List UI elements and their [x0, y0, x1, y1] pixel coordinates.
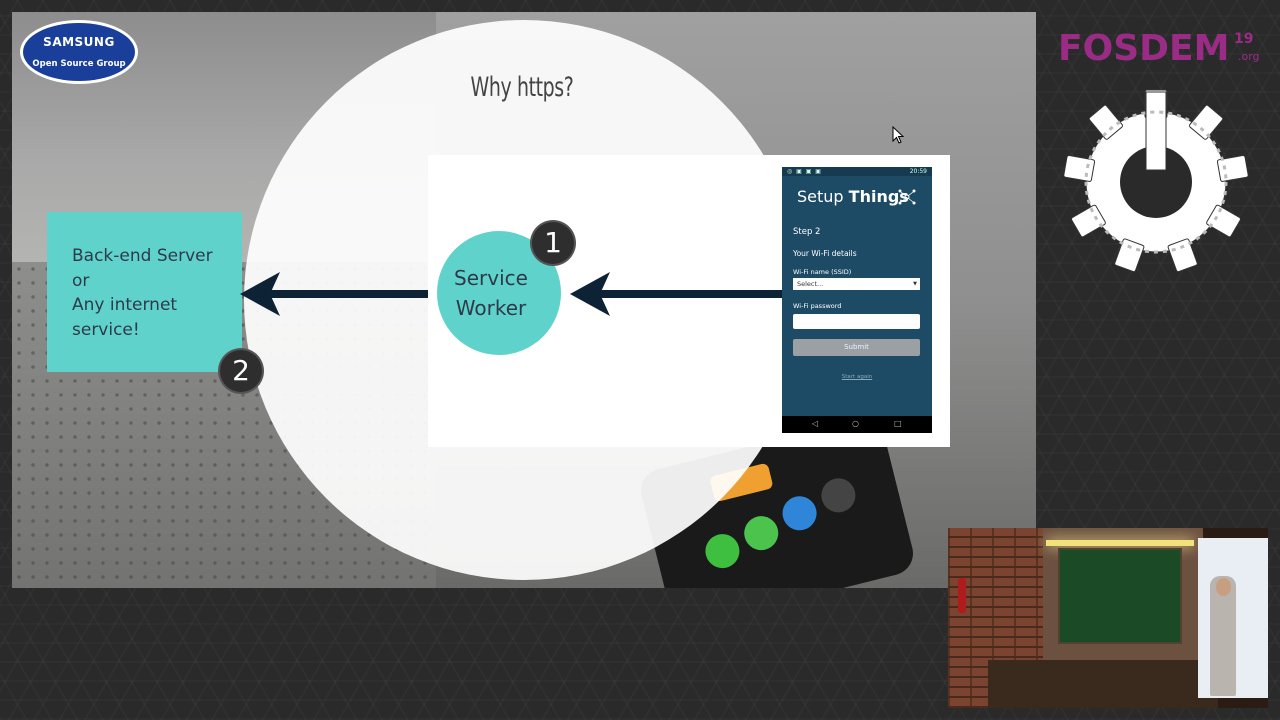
phone-status-bar: ◎ ▣ ▣ ▣ 20:59	[782, 167, 932, 176]
phone-section-label: Your Wi-Fi details	[793, 249, 857, 258]
slide-title: Why https?	[470, 72, 574, 103]
home-icon[interactable]: ○	[852, 419, 859, 428]
wifi-name-select[interactable]: Select... ▼	[793, 278, 920, 290]
submit-button[interactable]: Submit	[793, 339, 920, 356]
network-icon	[898, 189, 916, 205]
phone-step-label: Step 2	[793, 227, 821, 237]
presentation-slide: Why https? Back-end Server or Any intern…	[12, 12, 1036, 588]
board-lamp	[1046, 540, 1194, 546]
badge-1: 1	[532, 222, 574, 264]
fosdem-tld: .org	[1238, 50, 1260, 63]
samsung-logo: SAMSUNG Open Source Group	[20, 20, 138, 84]
mouse-cursor-icon	[892, 126, 904, 144]
speaker-camera-inset	[948, 528, 1268, 708]
backend-server-box: Back-end Server or Any internet service!	[47, 212, 242, 372]
phone-screenshot: ◎ ▣ ▣ ▣ 20:59 Setup Things Step 2 Your W…	[782, 167, 932, 433]
speaker-head	[1216, 578, 1231, 596]
service-worker-label: Service Worker	[454, 266, 528, 320]
fosdem-logo-text: FOSDEM	[1058, 28, 1230, 69]
desk	[988, 660, 1218, 708]
arrow-to-server-icon	[240, 272, 428, 316]
wifi-password-label: Wi-Fi password	[793, 302, 842, 310]
recents-icon[interactable]: □	[894, 419, 902, 428]
fire-extinguisher	[958, 578, 966, 613]
wifi-password-input[interactable]	[793, 314, 920, 329]
back-icon[interactable]: ◁	[812, 419, 818, 428]
chalkboard	[1058, 548, 1182, 644]
phone-app-title: Setup Things	[797, 187, 909, 206]
arrow-to-service-worker-icon	[570, 272, 782, 316]
dropdown-caret-icon: ▼	[913, 281, 917, 287]
fosdem-gear-icon	[1063, 89, 1249, 273]
backend-server-label: Back-end Server or Any internet service!	[72, 246, 213, 340]
fosdem-year: 19	[1234, 31, 1254, 47]
badge-2: 2	[220, 350, 262, 392]
wifi-name-label: Wi-Fi name (SSID)	[793, 268, 852, 276]
start-again-link[interactable]: Start again	[782, 374, 932, 380]
phone-navigation-bar: ◁ ○ □	[782, 416, 932, 433]
